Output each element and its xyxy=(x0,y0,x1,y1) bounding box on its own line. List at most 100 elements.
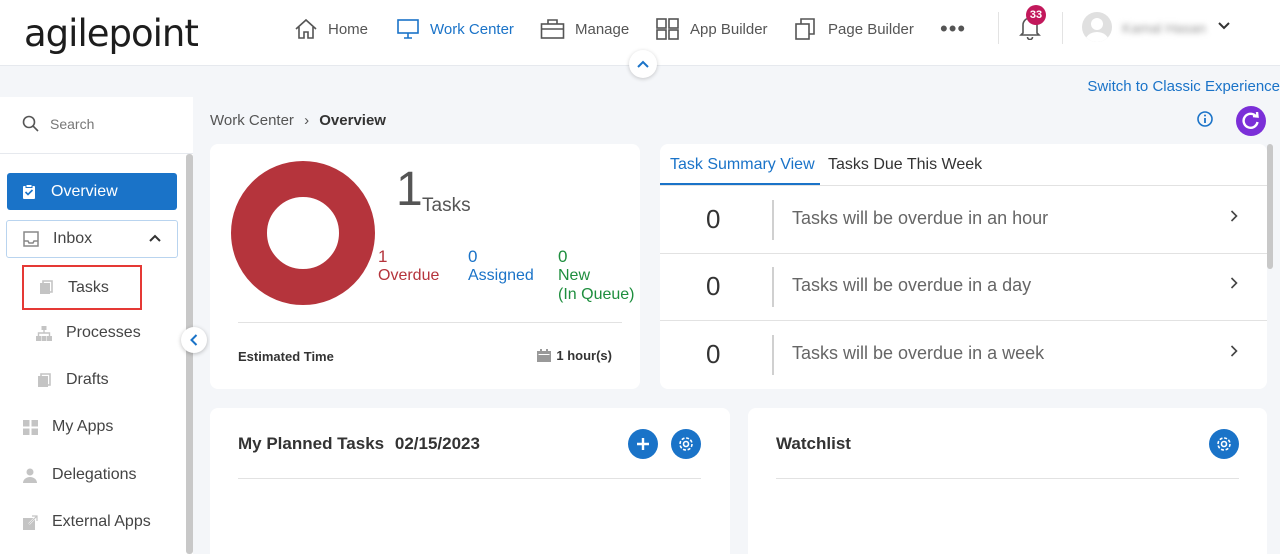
notification-badge: 33 xyxy=(1026,5,1046,25)
nav-home[interactable]: Home xyxy=(294,14,368,44)
new-stat[interactable]: 0 New (In Queue) xyxy=(558,247,634,304)
summary-text: Tasks will be overdue in a week xyxy=(792,343,1045,363)
refresh-button[interactable] xyxy=(1236,106,1266,136)
divider xyxy=(772,335,774,375)
switch-classic-link[interactable]: Switch to Classic Experience xyxy=(1087,78,1280,95)
sidebar-item-label: Delegations xyxy=(52,466,137,483)
total-tasks-label: Tasks xyxy=(422,195,471,216)
nav-app-builder-label: App Builder xyxy=(690,20,768,38)
avatar[interactable] xyxy=(1082,12,1112,42)
search-input[interactable]: Search xyxy=(22,115,94,132)
sidebar-collapse-button[interactable] xyxy=(181,327,207,353)
tasks-donut-chart xyxy=(231,161,375,305)
summary-text: Tasks will be overdue in an hour xyxy=(792,208,1049,228)
task-overview-card: 1 Tasks 1 Overdue 0 Assigned 0 New (In Q… xyxy=(210,144,640,389)
overdue-stat[interactable]: 1 Overdue xyxy=(378,247,439,285)
drafts-icon xyxy=(36,372,52,388)
estimated-time-text: 1 hour(s) xyxy=(556,348,612,363)
summary-count: 0 xyxy=(706,271,721,301)
clipboard-icon xyxy=(21,183,37,200)
sidebar-item-drafts[interactable]: Drafts xyxy=(36,371,109,389)
sidebar: Search Overview Inbox Tasks Processes Dr… xyxy=(0,97,193,554)
planned-tasks-settings-button[interactable] xyxy=(671,429,701,459)
planned-tasks-label: My Planned Tasks xyxy=(238,434,385,453)
sidebar-item-label: Tasks xyxy=(68,278,109,296)
divider xyxy=(238,478,701,479)
sidebar-item-inbox[interactable]: Inbox xyxy=(6,220,178,258)
nav-manage[interactable]: Manage xyxy=(540,14,629,44)
pages-icon xyxy=(795,18,815,40)
new-sublabel: (In Queue) xyxy=(558,286,635,303)
planned-tasks-card: My Planned Tasks 02/15/2023 xyxy=(210,408,730,554)
sidebar-item-overview[interactable]: Overview xyxy=(7,173,177,210)
user-name[interactable]: Kamal Hasan xyxy=(1122,20,1206,36)
sidebar-item-label: Overview xyxy=(51,182,118,200)
nav-manage-label: Manage xyxy=(575,20,630,38)
divider xyxy=(772,267,774,307)
user-menu-chevron[interactable] xyxy=(1217,18,1231,36)
main-scrollbar[interactable] xyxy=(1267,144,1273,269)
sidebar-item-label: Processes xyxy=(66,324,141,341)
summary-row-day[interactable]: 0 Tasks will be overdue in a day xyxy=(660,253,1267,320)
divider xyxy=(238,322,622,323)
chevron-right-icon xyxy=(1230,210,1238,222)
sidebar-item-label: Drafts xyxy=(66,371,109,388)
inbox-icon xyxy=(23,231,39,247)
sidebar-item-label: My Apps xyxy=(52,418,114,435)
divider xyxy=(772,200,774,240)
chevron-down-icon xyxy=(1218,22,1230,30)
summary-count: 0 xyxy=(706,339,721,369)
add-planned-task-button[interactable] xyxy=(628,429,658,459)
briefcase-icon xyxy=(540,19,565,39)
external-link-icon xyxy=(22,514,38,530)
tab-task-summary-view[interactable]: Task Summary View xyxy=(670,156,815,174)
breadcrumb-parent[interactable]: Work Center xyxy=(210,112,294,129)
sidebar-item-my-apps[interactable]: My Apps xyxy=(22,418,113,436)
info-button[interactable] xyxy=(1197,111,1213,132)
chevron-up-icon xyxy=(149,234,161,242)
assigned-stat[interactable]: 0 Assigned xyxy=(468,247,534,285)
summary-row-hour[interactable]: 0 Tasks will be overdue in an hour xyxy=(660,186,1267,253)
divider xyxy=(776,478,1239,479)
active-tab-indicator xyxy=(660,183,820,185)
nav-home-label: Home xyxy=(328,20,369,38)
grid-icon xyxy=(656,18,679,40)
divider xyxy=(0,153,193,154)
tab-tasks-due-this-week[interactable]: Tasks Due This Week xyxy=(828,156,982,174)
nav-page-builder[interactable]: Page Builder xyxy=(794,14,914,44)
hierarchy-icon xyxy=(36,325,52,341)
summary-text: Tasks will be overdue in a day xyxy=(792,275,1032,295)
estimated-time-value: 1 hour(s) xyxy=(537,348,612,363)
sidebar-item-tasks[interactable]: Tasks xyxy=(22,265,142,310)
sidebar-item-processes[interactable]: Processes xyxy=(36,324,141,342)
agilepoint-logo[interactable]: agilepoint xyxy=(24,12,199,55)
plus-icon xyxy=(637,438,649,450)
new-count: 0 xyxy=(558,247,568,266)
calendar-icon xyxy=(537,349,552,362)
sidebar-item-delegations[interactable]: Delegations xyxy=(22,466,137,484)
planned-tasks-title: My Planned Tasks 02/15/2023 xyxy=(238,434,480,454)
overdue-count: 1 xyxy=(378,247,388,266)
total-tasks-count: 1 xyxy=(396,163,423,216)
gear-icon xyxy=(679,437,693,451)
breadcrumb: Work Center › Overview xyxy=(210,112,386,129)
chevron-right-icon xyxy=(1230,277,1238,289)
nav-app-builder[interactable]: App Builder xyxy=(656,14,768,44)
sidebar-item-external-apps[interactable]: External Apps xyxy=(22,513,151,531)
new-label: New xyxy=(558,267,591,284)
sidebar-item-label: Inbox xyxy=(53,230,93,247)
monitor-icon xyxy=(397,19,419,39)
sidebar-scrollbar[interactable] xyxy=(186,154,193,554)
more-menu-button[interactable]: ••• xyxy=(940,14,966,44)
summary-row-week[interactable]: 0 Tasks will be overdue in a week xyxy=(660,321,1267,388)
nav-work-center[interactable]: Work Center xyxy=(396,14,514,44)
search-placeholder: Search xyxy=(50,115,95,132)
watchlist-settings-button[interactable] xyxy=(1209,429,1239,459)
tasks-icon xyxy=(38,280,54,296)
user-icon xyxy=(1085,18,1109,42)
apps-grid-icon xyxy=(22,419,38,435)
collapse-header-button[interactable] xyxy=(629,50,657,78)
divider xyxy=(998,12,999,44)
breadcrumb-current: Overview xyxy=(319,112,386,129)
chevron-left-icon xyxy=(190,334,198,346)
